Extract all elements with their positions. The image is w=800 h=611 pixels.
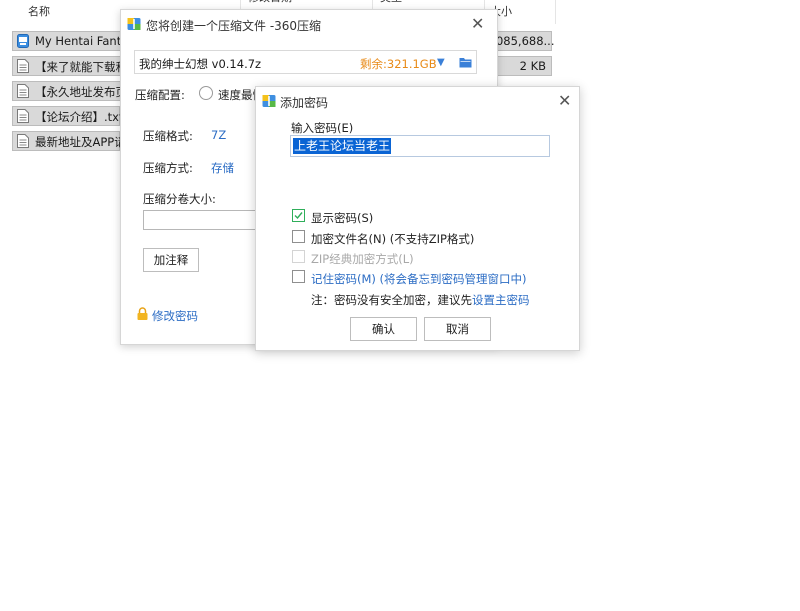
archive-path-input[interactable]: 我的绅士幻想 v0.14.7z 剩余:321.1GB ▼ [134, 50, 477, 74]
encrypt-filenames-checkbox[interactable] [292, 230, 305, 243]
file-name: 【来了就能下载和 [35, 60, 127, 74]
remember-password-checkbox[interactable] [292, 270, 305, 283]
file-row[interactable]: My Hentai Fanta [12, 31, 128, 51]
close-icon[interactable]: ✕ [558, 93, 571, 109]
method-value[interactable]: 存储 [211, 160, 234, 176]
file-name: 最新地址及APP请 [35, 135, 126, 149]
zip-classic-label: ZIP经典加密方式(L) [311, 252, 414, 266]
security-note-text: 注：密码没有安全加密，建议先 [311, 293, 472, 307]
archive-app-icon [127, 18, 141, 30]
file-row[interactable]: 【永久地址发布页 [12, 81, 127, 101]
show-password-checkbox[interactable] [292, 209, 305, 222]
password-dialog: 添加密码 ✕ 输入密码(E) 上老王论坛当老王 显示密码(S) 加密文件名(N)… [255, 86, 580, 351]
checkmark-icon [294, 212, 303, 220]
change-password-link[interactable]: 修改密码 [152, 308, 198, 324]
text-file-icon [17, 109, 29, 123]
close-icon[interactable]: ✕ [471, 16, 484, 32]
method-label: 压缩方式: [143, 161, 193, 175]
zip-classic-checkbox[interactable] [292, 250, 305, 263]
text-file-icon [17, 59, 29, 73]
add-comment-button[interactable]: 加注释 [143, 248, 199, 272]
file-row[interactable]: 【来了就能下载和 [12, 56, 127, 76]
password-value: 上老王论坛当老王 [293, 138, 392, 154]
file-row[interactable]: 【论坛介绍】.txt [12, 106, 124, 126]
set-master-password-link[interactable]: 设置主密码 [472, 293, 530, 307]
folder-icon[interactable] [459, 56, 472, 68]
security-note: 注：密码没有安全加密，建议先设置主密码 [311, 292, 530, 308]
archive-app-icon [262, 95, 276, 107]
speed-fastest-radio[interactable] [199, 86, 213, 100]
file-name: 【论坛介绍】.txt [35, 110, 124, 124]
dialog-title: 您将创建一个压缩文件 -360压缩 [146, 19, 322, 33]
dialog-title: 添加密码 [280, 96, 329, 110]
format-label: 压缩格式: [143, 129, 193, 143]
lock-icon [137, 307, 148, 320]
text-file-icon [17, 134, 29, 148]
column-header-name[interactable]: 名称 [28, 0, 50, 24]
text-file-icon [17, 84, 29, 98]
free-space-label: 剩余:321.1GB [360, 57, 437, 71]
cancel-button[interactable]: 取消 [424, 317, 491, 341]
volume-size-label: 压缩分卷大小: [143, 192, 216, 206]
archive-path-text: 我的绅士幻想 v0.14.7z [139, 57, 262, 71]
app-file-icon [17, 34, 29, 48]
dropdown-triangle-icon[interactable]: ▼ [437, 57, 445, 68]
column-divider[interactable] [555, 0, 556, 24]
compress-config-label: 压缩配置: [135, 88, 185, 102]
password-input[interactable]: 上老王论坛当老王 [290, 135, 550, 157]
format-value[interactable]: 7Z [211, 128, 226, 142]
show-password-label: 显示密码(S) [311, 211, 374, 225]
password-input-label: 输入密码(E) [291, 121, 354, 135]
file-name: My Hentai Fanta [35, 34, 129, 48]
volume-size-input[interactable] [143, 210, 258, 230]
ok-button[interactable]: 确认 [350, 317, 417, 341]
file-name: 【永久地址发布页 [35, 85, 127, 99]
remember-password-label: 记住密码(M) (将会备忘到密码管理窗口中) [311, 272, 527, 286]
sort-up-icon: ⌃ [128, 0, 136, 6]
file-row[interactable]: 最新地址及APP请 [12, 131, 126, 151]
encrypt-filenames-label: 加密文件名(N) (不支持ZIP格式) [311, 232, 475, 246]
